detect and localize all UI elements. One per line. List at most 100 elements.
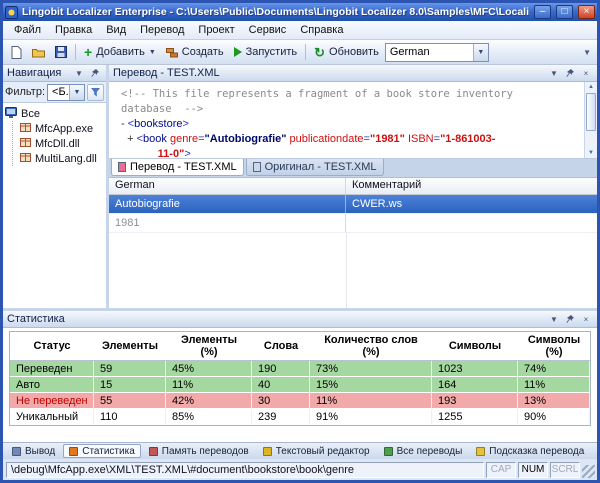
grid-row[interactable]: AutobiografieCWER.ws: [109, 195, 597, 214]
chevron-down-icon[interactable]: ▼: [547, 313, 561, 326]
new-button[interactable]: [7, 42, 26, 62]
scroll-thumb[interactable]: [586, 93, 596, 131]
editor-tab[interactable]: Перевод - TEST.XML: [111, 159, 244, 176]
chevron-down-icon[interactable]: ▼: [69, 85, 84, 100]
stats-cell: 59: [94, 361, 166, 376]
stats-cell: 90%: [518, 409, 590, 424]
grid-column-header[interactable]: Комментарий: [346, 178, 597, 194]
pin-icon[interactable]: [563, 313, 577, 326]
run-button[interactable]: Запустить: [230, 42, 302, 62]
toolbar-overflow-icon[interactable]: ▼: [581, 46, 593, 59]
app-window: Lingobit Localizer Enterprise - C:\Users…: [0, 0, 600, 483]
stats-cell: 11%: [166, 377, 252, 392]
maximize-button[interactable]: □: [556, 5, 573, 19]
navigation-panel-header: Навигация ▼: [3, 65, 106, 82]
editor-tabstrip: Перевод - TEST.XMLОригинал - TEST.XML: [109, 159, 597, 178]
stats-status-cell: Переведен: [10, 361, 94, 376]
create-button[interactable]: Создать: [162, 42, 228, 62]
stats-cell: 1023: [432, 361, 518, 376]
tree-item[interactable]: MultiLang.dll: [20, 151, 104, 166]
tree-item[interactable]: MfcDll.dll: [20, 136, 104, 151]
filter-row: Фильтр: <Б... ▼: [3, 82, 106, 103]
tab-translation-memory[interactable]: Память переводов: [143, 444, 255, 458]
scroll-up-icon[interactable]: ▲: [588, 83, 594, 91]
new-document-icon: [11, 46, 22, 59]
stats-row: Уникальный11085%23991%125590%: [10, 409, 590, 425]
stats-status-cell: Уникальный: [10, 409, 94, 424]
indicator-scrl: SCRL: [550, 462, 580, 478]
language-combobox[interactable]: German ▼: [385, 43, 489, 62]
close-icon[interactable]: ×: [579, 313, 593, 326]
xml-expander[interactable]: -: [121, 118, 128, 130]
run-icon: [234, 47, 242, 57]
tree-item-label: MfcDll.dll: [35, 138, 80, 150]
stats-column-header: Количество слов (%): [310, 332, 432, 360]
filter-combobox[interactable]: <Б... ▼: [47, 84, 85, 101]
tree-item[interactable]: MfcApp.exe: [20, 121, 104, 136]
add-button[interactable]: + Добавить ▼: [80, 42, 160, 62]
menu-item[interactable]: Перевод: [133, 22, 191, 38]
pin-icon[interactable]: [563, 67, 577, 80]
menu-item[interactable]: Сервис: [242, 22, 294, 38]
tab-translation-hint[interactable]: Подсказка перевода: [470, 444, 590, 458]
indicator-num: NUM: [518, 462, 548, 478]
save-icon: [55, 46, 67, 58]
grid-row[interactable]: 1981: [109, 214, 597, 233]
stats-row: Не переведен5542%3011%19313%: [10, 393, 590, 409]
statistics-panel: Статистика ▼ × СтатусЭлементыЭлементы (%…: [3, 308, 597, 442]
close-button[interactable]: ×: [578, 5, 595, 19]
stats-cell: 1255: [432, 409, 518, 424]
chevron-down-icon: ▼: [149, 49, 156, 56]
open-button[interactable]: [28, 42, 49, 62]
bottom-tab-label: Вывод: [25, 446, 55, 457]
minimize-button[interactable]: –: [534, 5, 551, 19]
xml-line: + <book genre="Autobiografie" publicatio…: [121, 132, 582, 147]
grid-cell: CWER.ws: [346, 195, 597, 213]
menu-item[interactable]: Правка: [48, 22, 99, 38]
menu-item[interactable]: Проект: [191, 22, 241, 38]
save-button[interactable]: [51, 42, 71, 62]
grid-cell: Autobiografie: [109, 195, 346, 213]
menu-item[interactable]: Вид: [99, 22, 133, 38]
run-button-label: Запустить: [246, 46, 298, 58]
refresh-icon: ↻: [314, 46, 325, 59]
panel-title: Статистика: [7, 313, 545, 325]
computer-icon: [5, 107, 17, 121]
tab-text-editor[interactable]: Текстовый редактор: [257, 444, 376, 458]
xml-view: <!-- This file represents a fragment of …: [109, 82, 584, 158]
filter-button[interactable]: [87, 84, 104, 101]
app-icon[interactable]: [5, 6, 18, 19]
add-icon: +: [84, 45, 92, 59]
menu-item[interactable]: Справка: [293, 22, 350, 38]
bottom-tab-label: Текстовый редактор: [276, 446, 370, 457]
vertical-scrollbar[interactable]: ▲ ▼: [584, 82, 597, 158]
chevron-down-icon[interactable]: ▼: [72, 67, 86, 80]
statistics-table: СтатусЭлементыЭлементы (%)СловаКоличеств…: [9, 331, 591, 426]
refresh-button[interactable]: ↻ Обновить: [310, 42, 383, 62]
grid-filler: [109, 233, 597, 309]
bottom-tab-label: Статистика: [82, 446, 135, 457]
grid-column-header[interactable]: German: [109, 178, 346, 194]
tab-statistics[interactable]: Статистика: [63, 444, 141, 458]
stats-body: Переведен5945%19073%102374%Авто1511%4015…: [10, 361, 590, 425]
chevron-down-icon[interactable]: ▼: [547, 67, 561, 80]
stats-cell: 11%: [310, 393, 432, 408]
funnel-icon: [91, 88, 100, 97]
close-icon[interactable]: ×: [579, 67, 593, 80]
menu-item[interactable]: Файл: [7, 22, 48, 38]
resize-grip[interactable]: [582, 465, 595, 478]
chevron-down-icon[interactable]: ▼: [473, 44, 488, 61]
editor-tab[interactable]: Оригинал - TEST.XML: [246, 159, 384, 176]
stats-row: Авто1511%4015%16411%: [10, 377, 590, 393]
menu-bar: ФайлПравкаВидПереводПроектСервисСправка: [3, 21, 597, 40]
stats-column-header: Элементы: [94, 332, 166, 360]
stats-cell: 190: [252, 361, 310, 376]
xml-expander[interactable]: +: [121, 133, 137, 145]
tab-all-translations[interactable]: Все переводы: [378, 444, 469, 458]
tree-item-root[interactable]: Все: [5, 106, 104, 121]
refresh-button-label: Обновить: [329, 46, 379, 58]
scroll-down-icon[interactable]: ▼: [588, 149, 594, 157]
tab-output[interactable]: Вывод: [6, 444, 61, 458]
editor-icon: [263, 447, 272, 456]
pin-icon[interactable]: [88, 67, 102, 80]
